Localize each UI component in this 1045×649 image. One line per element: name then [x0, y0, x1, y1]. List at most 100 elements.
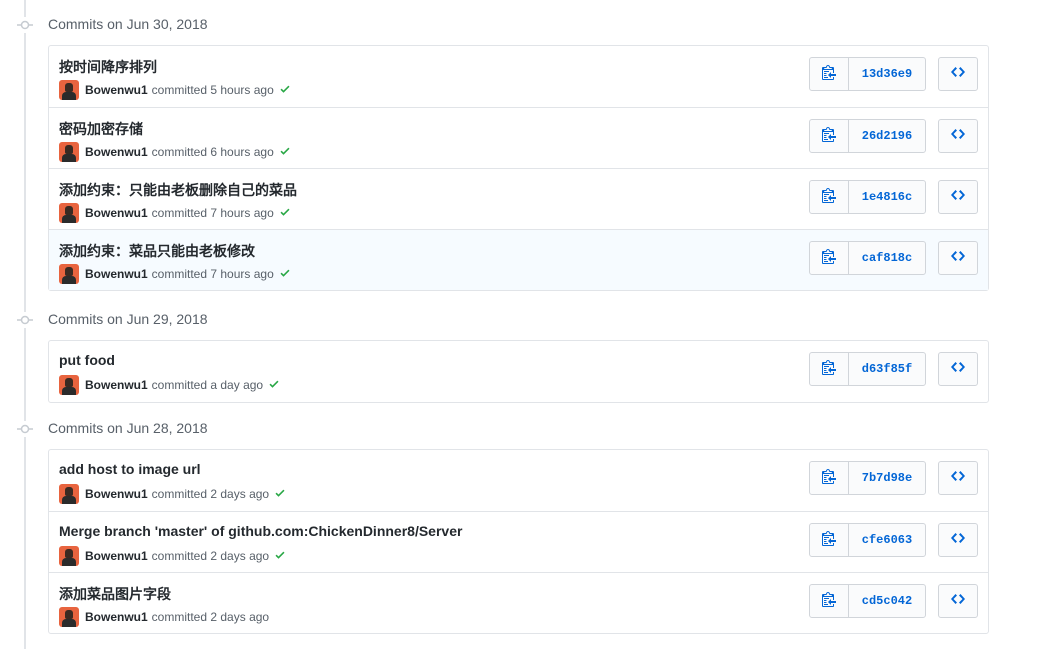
commit-meta: Bowenwu1 committed 2 days ago [59, 546, 286, 566]
commit-sha-link[interactable]: cfe6063 [849, 524, 925, 556]
avatar[interactable] [59, 203, 79, 223]
commit-message-link[interactable]: 添加约束：只能由老板删除自己的菜品 [59, 180, 297, 200]
avatar[interactable] [59, 484, 79, 504]
commit-list: 按时间降序排列 Bowenwu1 committed 5 hours ago 13d3… [48, 45, 989, 291]
commit-action-text: committed [151, 610, 208, 624]
commit-action-text: committed [151, 267, 208, 281]
commit-message-link[interactable]: 添加约束：菜品只能由老板修改 [59, 241, 255, 261]
check-icon[interactable] [274, 549, 286, 564]
commit-group-header: Commits on Jun 30, 2018 [0, 9, 1045, 39]
code-icon [951, 126, 965, 147]
avatar[interactable] [59, 607, 79, 627]
commit-list: put food Bowenwu1 committed a day ago d63f8… [48, 340, 989, 403]
commit-sha-group: cd5c042 [809, 584, 926, 618]
code-icon [951, 248, 965, 269]
commit-sha-group: 1e4816c [809, 180, 926, 214]
commit-action-text: committed [151, 549, 208, 563]
copy-sha-button[interactable] [810, 524, 849, 556]
commit-relative-time: 6 hours ago [210, 145, 274, 159]
commit-relative-time: 2 days ago [210, 549, 270, 563]
commit-relative-time: 7 hours ago [210, 267, 274, 281]
commit-message-link[interactable]: 按时间降序排列 [59, 57, 157, 77]
browse-repo-at-commit-button[interactable] [938, 461, 978, 495]
copy-sha-button[interactable] [810, 585, 849, 617]
commit-date-heading: Commits on Jun 28, 2018 [48, 420, 208, 436]
clippy-icon [822, 591, 836, 612]
check-icon[interactable] [268, 378, 280, 393]
commit-meta: Bowenwu1 committed 7 hours ago [59, 264, 291, 284]
check-icon[interactable] [279, 206, 291, 221]
commit-sha-link[interactable]: 7b7d98e [849, 462, 925, 494]
commit-meta: Bowenwu1 committed 5 hours ago [59, 80, 291, 100]
avatar[interactable] [59, 142, 79, 162]
code-icon [951, 64, 965, 85]
commit-group: Commits on Jun 30, 2018 按时间降序排列 Bowenwu1 co… [0, 9, 1045, 291]
commit-author-link[interactable]: Bowenwu1 [85, 83, 148, 97]
commit-author-link[interactable]: Bowenwu1 [85, 206, 148, 220]
commit-sha-link[interactable]: cd5c042 [849, 585, 925, 617]
git-commit-icon [17, 421, 33, 437]
copy-sha-button[interactable] [810, 120, 849, 152]
commit-author-link[interactable]: Bowenwu1 [85, 267, 148, 281]
clippy-icon [822, 248, 836, 269]
commit-row: add host to image url Bowenwu1 committed 2… [49, 450, 988, 511]
browse-repo-at-commit-button[interactable] [938, 241, 978, 275]
check-icon[interactable] [274, 487, 286, 502]
commit-relative-time: a day ago [210, 378, 264, 392]
copy-sha-button[interactable] [810, 462, 849, 494]
commit-meta: Bowenwu1 committed 2 days ago [59, 607, 269, 627]
commit-action-text: committed [151, 83, 208, 97]
clippy-icon [822, 126, 836, 147]
commit-author-link[interactable]: Bowenwu1 [85, 487, 148, 501]
commit-message-link[interactable]: add host to image url [59, 461, 201, 477]
browse-repo-at-commit-button[interactable] [938, 119, 978, 153]
code-icon [951, 187, 965, 208]
commit-sha-link[interactable]: 13d36e9 [849, 58, 925, 90]
avatar[interactable] [59, 264, 79, 284]
browse-repo-at-commit-button[interactable] [938, 584, 978, 618]
commit-relative-time: 5 hours ago [210, 83, 274, 97]
commit-sha-link[interactable]: caf818c [849, 242, 925, 274]
browse-repo-at-commit-button[interactable] [938, 57, 978, 91]
commit-sha-link[interactable]: d63f85f [849, 353, 925, 385]
commit-author-link[interactable]: Bowenwu1 [85, 145, 148, 159]
commit-meta: Bowenwu1 committed 7 hours ago [59, 203, 291, 223]
check-icon[interactable] [279, 83, 291, 98]
commit-group: Commits on Jun 28, 2018 add host to image… [0, 413, 1045, 634]
check-icon[interactable] [279, 267, 291, 282]
commit-relative-time: 2 days ago [210, 610, 270, 624]
commit-author-link[interactable]: Bowenwu1 [85, 549, 148, 563]
commit-author-link[interactable]: Bowenwu1 [85, 610, 148, 624]
avatar[interactable] [59, 546, 79, 566]
commit-action-text: committed [151, 145, 208, 159]
commit-author-link[interactable]: Bowenwu1 [85, 378, 148, 392]
copy-sha-button[interactable] [810, 58, 849, 90]
commit-message-link[interactable]: 密码加密存储 [59, 119, 143, 139]
clippy-icon [822, 187, 836, 208]
avatar[interactable] [59, 375, 79, 395]
commit-sha-group: cfe6063 [809, 523, 926, 557]
commit-action-text: committed [151, 206, 208, 220]
commit-group-header: Commits on Jun 29, 2018 [0, 304, 1045, 334]
commit-sha-link[interactable]: 26d2196 [849, 120, 925, 152]
commit-meta: Bowenwu1 committed a day ago [59, 375, 280, 395]
commit-message-link[interactable]: put food [59, 352, 115, 368]
copy-sha-button[interactable] [810, 353, 849, 385]
commit-sha-link[interactable]: 1e4816c [849, 181, 925, 213]
copy-sha-button[interactable] [810, 242, 849, 274]
avatar[interactable] [59, 80, 79, 100]
commit-row: 密码加密存储 Bowenwu1 committed 6 hours ago 26d21… [49, 107, 988, 168]
clippy-icon [822, 359, 836, 380]
browse-repo-at-commit-button[interactable] [938, 180, 978, 214]
commit-list: add host to image url Bowenwu1 committed 2… [48, 449, 989, 634]
browse-repo-at-commit-button[interactable] [938, 352, 978, 386]
commit-action-text: committed [151, 487, 208, 501]
copy-sha-button[interactable] [810, 181, 849, 213]
clippy-icon [822, 468, 836, 489]
check-icon[interactable] [279, 145, 291, 160]
git-commit-icon [17, 312, 33, 328]
browse-repo-at-commit-button[interactable] [938, 523, 978, 557]
commit-message-link[interactable]: Merge branch 'master' of github.com:Chic… [59, 523, 462, 539]
commit-message-link[interactable]: 添加菜品图片字段 [59, 584, 171, 604]
commit-date-heading: Commits on Jun 29, 2018 [48, 311, 208, 327]
